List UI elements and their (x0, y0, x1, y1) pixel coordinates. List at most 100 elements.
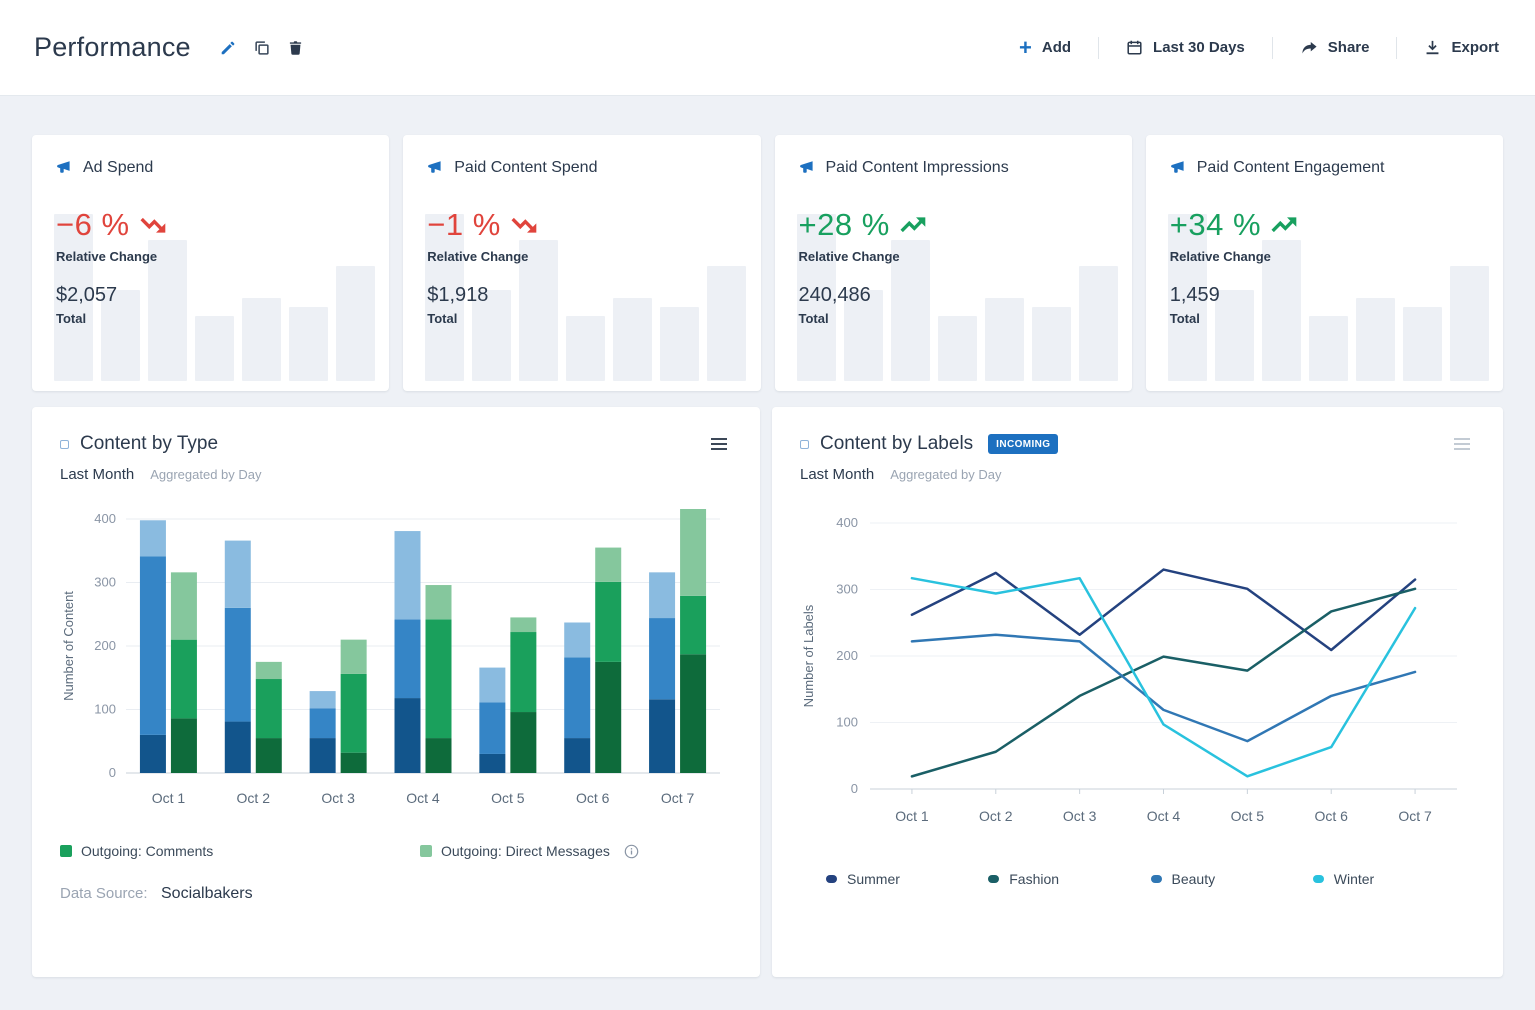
legend-item-beauty[interactable]: Beauty (1150, 871, 1313, 887)
legend-item-outgoing-comments[interactable]: Outgoing: Comments (60, 843, 420, 859)
plus-icon: + (1019, 34, 1032, 60)
svg-text:Oct 7: Oct 7 (1398, 808, 1432, 824)
svg-text:0: 0 (109, 765, 116, 780)
line-chart-legend: Summer Fashion Beauty Winter (800, 871, 1475, 887)
trend-up-icon (900, 217, 926, 233)
share-label: Share (1327, 39, 1370, 56)
legend-item-winter[interactable]: Winter (1312, 871, 1475, 887)
svg-text:Oct 2: Oct 2 (979, 808, 1013, 824)
data-source-row: Data Source: Socialbakers (60, 885, 732, 903)
add-button[interactable]: + Add (992, 34, 1098, 60)
legend-label: Outgoing: Direct Messages (441, 843, 610, 859)
duplicate-icon[interactable] (245, 33, 279, 63)
legend-item-fashion[interactable]: Fashion (988, 871, 1150, 887)
trend-up-icon (1271, 217, 1297, 233)
svg-text:Oct 7: Oct 7 (661, 790, 695, 806)
svg-text:Oct 6: Oct 6 (1314, 808, 1348, 824)
svg-text:Number of Labels: Number of Labels (801, 604, 816, 707)
svg-text:300: 300 (836, 582, 858, 597)
export-button[interactable]: Export (1397, 39, 1499, 56)
svg-text:100: 100 (94, 702, 116, 717)
kpi-total: 240,486 (798, 284, 871, 306)
kpi-change: +34 % (1170, 207, 1479, 243)
legend-dot (1312, 875, 1324, 883)
aggregation-label: Aggregated by Day (890, 467, 1002, 482)
kpi-relative-label: Relative Change (56, 249, 158, 264)
date-range-label: Last 30 Days (1153, 39, 1245, 56)
info-icon[interactable] (624, 844, 639, 859)
kpi-title: Paid Content Impressions (825, 159, 1009, 176)
menu-icon[interactable] (706, 433, 732, 458)
kpi-total-label: Total (1169, 311, 1200, 326)
kpi-relative-label: Relative Change (798, 249, 900, 264)
kpi-card-paid-content-impressions[interactable]: Paid Content Impressions +28 % Relative … (774, 135, 1132, 391)
topbar-actions: + Add Last 30 Days Share Export (992, 34, 1499, 60)
topbar-left: Performance (34, 32, 312, 63)
content-by-labels-card: Content by Labels INCOMING Last Month Ag… (772, 407, 1503, 977)
svg-text:100: 100 (836, 715, 858, 730)
svg-text:Oct 5: Oct 5 (1231, 808, 1265, 824)
download-icon (1424, 39, 1441, 56)
export-label: Export (1451, 39, 1499, 56)
kpi-relative-label: Relative Change (1169, 249, 1271, 264)
data-source-label: Data Source: (60, 885, 148, 902)
legend-item-summer[interactable]: Summer (826, 871, 988, 887)
period-label: Last Month (800, 466, 875, 483)
svg-text:Oct 6: Oct 6 (576, 790, 610, 806)
delete-icon[interactable] (279, 33, 312, 63)
megaphone-icon (56, 160, 72, 176)
legend-swatch (60, 845, 72, 857)
charts-row: Content by Type Last Month Aggregated by… (32, 407, 1503, 977)
svg-text:Oct 1: Oct 1 (152, 790, 186, 806)
calendar-icon (1126, 39, 1143, 56)
kpi-card-paid-content-engagement[interactable]: Paid Content Engagement +34 % Relative C… (1145, 135, 1503, 391)
kpi-change: −6 % (56, 207, 365, 243)
kpi-total: $2,057 (56, 284, 118, 306)
date-range-button[interactable]: Last 30 Days (1099, 39, 1272, 56)
legend-label: Summer (847, 871, 900, 887)
menu-icon[interactable] (1449, 433, 1475, 458)
legend-label: Outgoing: Comments (81, 843, 214, 859)
kpi-relative-label: Relative Change (427, 249, 529, 264)
svg-text:400: 400 (836, 515, 858, 530)
bar-chart-legend: Outgoing: Comments Outgoing: Direct Mess… (60, 843, 732, 859)
kpi-change: −1 % (427, 207, 736, 243)
chart-title: Content by Labels (820, 433, 974, 454)
topbar: Performance + Add Last 30 Days Share Exp… (0, 0, 1535, 96)
share-icon (1300, 40, 1318, 56)
legend-label: Fashion (1009, 871, 1060, 887)
legend-dot (988, 875, 1000, 883)
kpi-change: +28 % (799, 207, 1108, 243)
share-button[interactable]: Share (1273, 39, 1397, 56)
content-by-type-card: Content by Type Last Month Aggregated by… (32, 407, 760, 977)
svg-text:Oct 5: Oct 5 (491, 790, 525, 806)
line-chart: 0 100 200 300 400 Oct 1 Oct 2 Oct 3 Oct 4 Oct 5 Oc… (801, 515, 1457, 824)
kpi-total-label: Total (427, 311, 458, 326)
kpi-card-paid-content-spend[interactable]: Paid Content Spend −1 % Relative Change … (403, 135, 761, 391)
add-label: Add (1041, 39, 1072, 56)
dashboard-content: Ad Spend −6 % Relative Change $2,057 Tot… (0, 96, 1535, 977)
trend-down-icon (511, 217, 537, 233)
legend-item-outgoing-direct-messages[interactable]: Outgoing: Direct Messages (420, 843, 639, 859)
kpi-total: 1,459 (1169, 284, 1220, 306)
svg-text:Oct 3: Oct 3 (1063, 808, 1097, 824)
kpi-total-label: Total (56, 311, 87, 326)
svg-text:Number of Content: Number of Content (61, 591, 76, 701)
edit-icon[interactable] (211, 33, 245, 63)
legend-dot (1150, 875, 1162, 883)
page-title: Performance (34, 32, 191, 62)
aggregation-label: Aggregated by Day (150, 467, 262, 482)
svg-text:400: 400 (94, 511, 116, 526)
kpi-total: $1,918 (427, 284, 489, 306)
kpi-card-ad-spend[interactable]: Ad Spend −6 % Relative Change $2,057 Tot… (32, 135, 390, 391)
chart-title: Content by Type (80, 433, 219, 454)
trend-down-icon (140, 217, 165, 233)
svg-text:Oct 4: Oct 4 (406, 790, 440, 806)
stacked-bar-chart: 0 100 200 300 400 Oct 1 Oct 2 Oct 3 Oct 4 Oct 5 Oc… (61, 509, 720, 806)
legend-dot (826, 875, 837, 883)
legend-label: Winter (1333, 871, 1375, 887)
kpi-total-label: Total (798, 311, 829, 326)
kpi-row: Ad Spend −6 % Relative Change $2,057 Tot… (32, 135, 1503, 391)
megaphone-icon (1170, 160, 1186, 176)
legend-label: Beauty (1171, 871, 1216, 887)
